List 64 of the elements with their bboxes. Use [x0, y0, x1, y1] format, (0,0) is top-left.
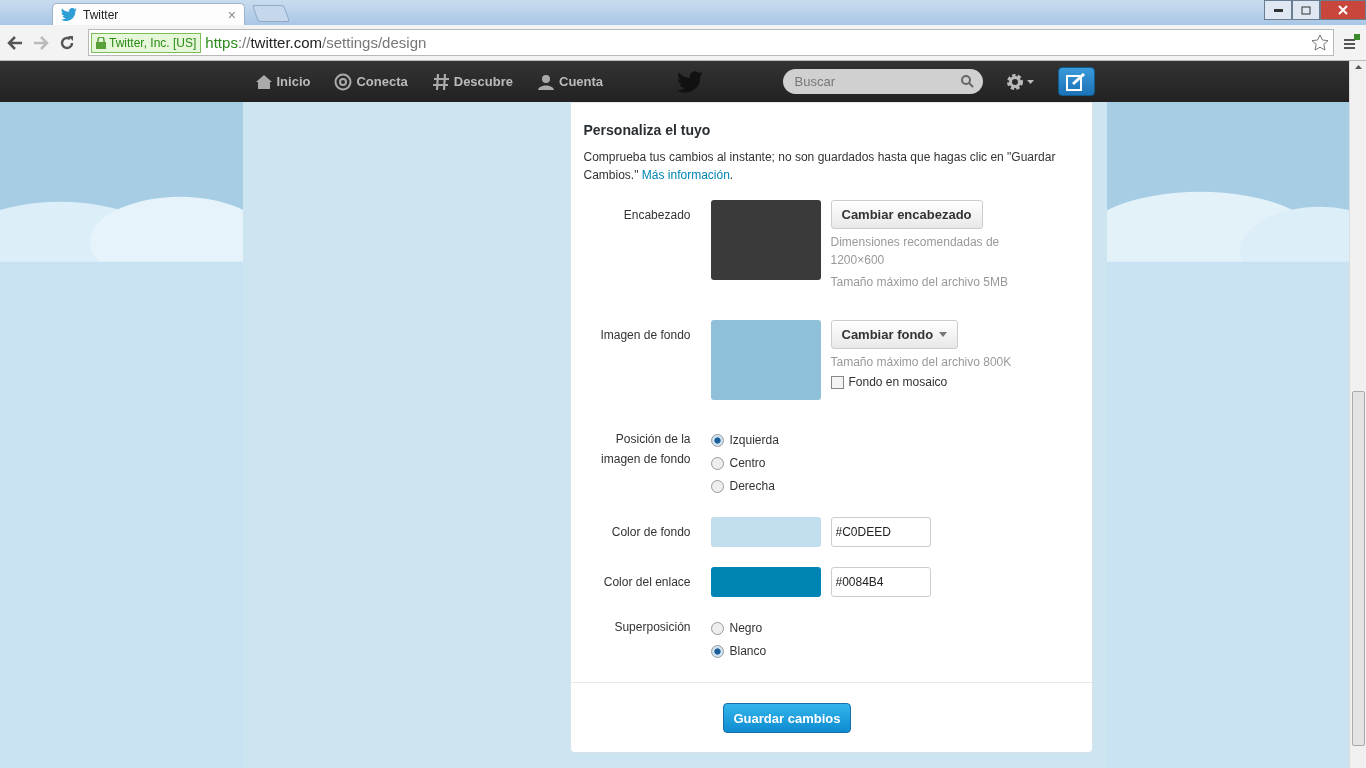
hex-input[interactable]: #0084B4	[830, 567, 931, 597]
minimize-icon	[1273, 8, 1283, 12]
compose-icon	[1066, 72, 1086, 91]
radio-label: Blanco	[729, 643, 767, 660]
caret-icon	[1026, 79, 1034, 84]
address-bar[interactable]: Twitter, Inc. [US] https://twitter.com/settings/design	[88, 29, 1334, 56]
radio-button[interactable]	[710, 644, 724, 658]
field-label: Color de fondo	[610, 524, 691, 541]
user-icon	[537, 72, 555, 91]
nav-link[interactable]: Descubre	[431, 72, 513, 91]
site-identity: Twitter, Inc. [US]	[91, 32, 202, 53]
radio-button[interactable]	[710, 621, 724, 635]
home-icon	[254, 72, 273, 91]
hint-text: Tamaño máximo del archivo 800K	[830, 354, 1013, 371]
scroll-up-icon[interactable]	[1354, 65, 1362, 69]
hex-input[interactable]: #C0DEED	[830, 517, 931, 547]
radio-label: Izquierda	[729, 432, 779, 449]
hint-text: Tamaño máximo del archivo 5MB	[830, 274, 1009, 291]
menu-icon[interactable]	[1342, 33, 1360, 52]
nav-link[interactable]: Conecta	[334, 72, 408, 91]
field-label: Encabezado	[622, 207, 691, 224]
nav-link[interactable]: Cuenta	[537, 72, 604, 91]
caret-icon	[939, 332, 948, 337]
radio-label: Centro	[729, 455, 766, 472]
hash-icon	[431, 72, 450, 91]
back-icon[interactable]	[6, 33, 24, 52]
radio-button[interactable]	[710, 479, 724, 493]
radio-button[interactable]	[710, 456, 724, 470]
radio-button[interactable]	[710, 433, 724, 447]
field-label: Superposición	[613, 619, 691, 636]
minimize-button[interactable]	[1264, 0, 1292, 20]
field-label: Color del enlace	[602, 574, 691, 591]
search-icon	[960, 75, 974, 88]
hint-text: Dimensiones recomendadas de 1200×600	[830, 234, 1001, 269]
lock-icon	[96, 36, 106, 49]
close-icon	[1338, 5, 1348, 15]
bird-icon	[61, 8, 77, 21]
checkbox[interactable]	[830, 375, 844, 389]
change-button[interactable]: Cambiar encabezado	[830, 200, 983, 229]
browser-tab[interactable]: Twitter ×	[52, 3, 245, 25]
star-icon[interactable]	[1311, 33, 1329, 52]
change-button[interactable]: Cambiar fondo	[830, 320, 959, 349]
scrollbar[interactable]	[1349, 61, 1366, 768]
color-swatch[interactable]	[710, 567, 821, 597]
url-text: https://twitter.com/settings/design	[205, 34, 428, 51]
checkbox-label: Fondo en mosaico	[848, 375, 948, 389]
section-title: Personaliza el tuyo	[583, 122, 712, 138]
settings-button[interactable]	[1004, 71, 1034, 92]
field-label: Imagen de fondo	[599, 327, 691, 344]
settings-icon	[1004, 71, 1025, 92]
more-info-link[interactable]: Más información	[641, 168, 730, 182]
search-field[interactable]: Buscar	[782, 69, 983, 94]
close-button[interactable]	[1320, 0, 1366, 20]
restore-icon	[1301, 5, 1311, 15]
tab-close[interactable]: ×	[227, 6, 236, 23]
radio-label: Derecha	[729, 478, 775, 495]
compose-button[interactable]	[1057, 67, 1095, 96]
tab-title: Twitter	[83, 7, 120, 22]
nav-link[interactable]: Inicio	[254, 72, 311, 91]
field-label: Posición de la imagen de fondo	[600, 431, 691, 468]
reload-icon[interactable]	[58, 33, 76, 52]
intro-text: Comprueba tus cambios al instante; no son guardados hasta que hagas clic en "Guardar Cambios." Más información.	[583, 149, 1057, 184]
color-swatch[interactable]	[710, 517, 821, 547]
radio-label: Negro	[729, 620, 763, 637]
